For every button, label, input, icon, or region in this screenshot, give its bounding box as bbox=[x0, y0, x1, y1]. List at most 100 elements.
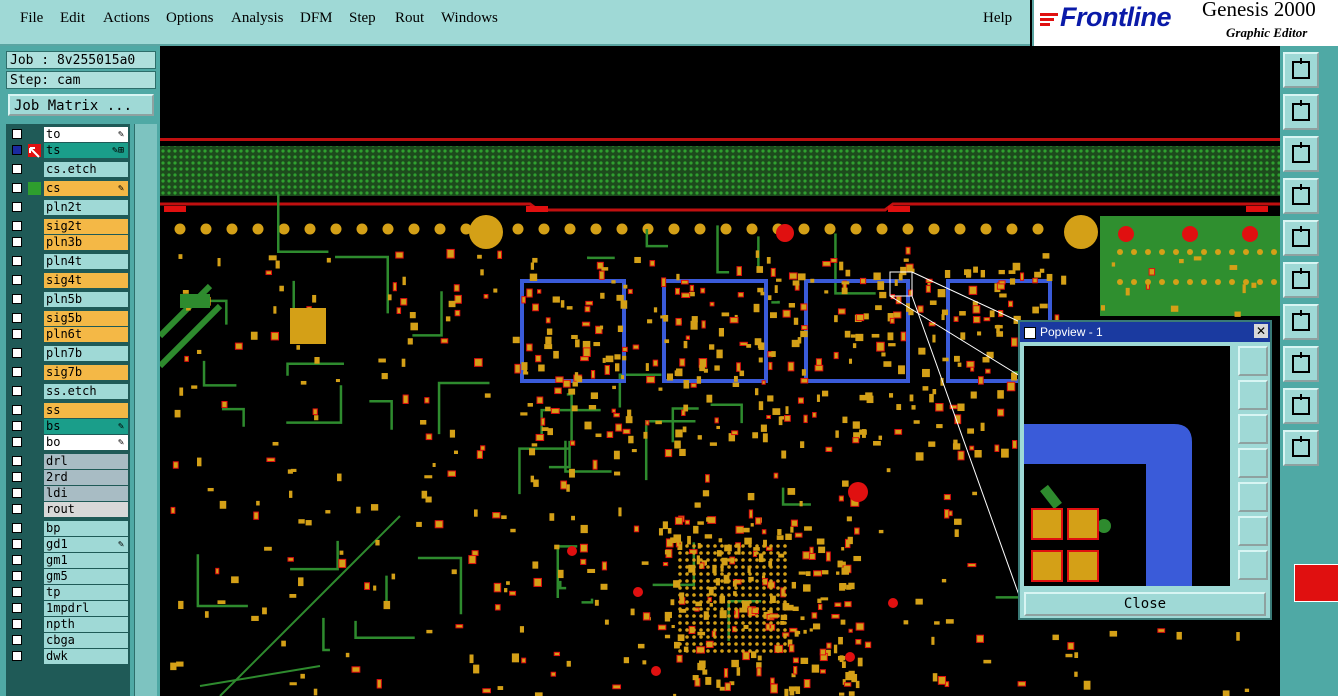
job-matrix-button[interactable]: Job Matrix ... bbox=[8, 94, 154, 116]
zoom-out-button[interactable] bbox=[1238, 550, 1268, 580]
zoom-in-button[interactable] bbox=[1238, 516, 1268, 546]
layer-row-pln7b[interactable]: pln7b bbox=[6, 346, 130, 361]
layer-row-rout[interactable]: rout bbox=[6, 502, 130, 517]
menu-dfm[interactable]: DFM bbox=[300, 10, 333, 27]
layer-row-cbga[interactable]: cbga bbox=[6, 633, 130, 648]
layer-row-sig5b[interactable]: sig5b bbox=[6, 311, 130, 326]
layer-visibility-checkbox[interactable] bbox=[12, 555, 22, 565]
close-button[interactable]: Close bbox=[1024, 592, 1266, 616]
cut-tool-button[interactable] bbox=[1283, 178, 1319, 214]
layer-list-scrollbar[interactable] bbox=[134, 124, 157, 696]
layer-visibility-checkbox[interactable] bbox=[12, 129, 22, 139]
zoom-fit-button[interactable] bbox=[1283, 136, 1319, 172]
layer-row-npth[interactable]: npth bbox=[6, 617, 130, 632]
layer-visibility-checkbox[interactable] bbox=[12, 405, 22, 415]
layer-row-drl[interactable]: drl bbox=[6, 454, 130, 469]
menu-help[interactable]: Help bbox=[983, 10, 1012, 27]
layer-row-sig4t[interactable]: sig4t bbox=[6, 273, 130, 288]
pan-left-button[interactable] bbox=[1238, 448, 1268, 478]
layer-row-pln5b[interactable]: pln5b bbox=[6, 292, 130, 307]
layer-visibility-checkbox[interactable] bbox=[12, 256, 22, 266]
layer-row-gm5[interactable]: gm5 bbox=[6, 569, 130, 584]
layer-visibility-checkbox[interactable] bbox=[12, 164, 22, 174]
layer-visibility-checkbox[interactable] bbox=[12, 237, 22, 247]
layer-row-to[interactable]: to ✎ bbox=[6, 127, 130, 142]
measure-tool-button[interactable] bbox=[1283, 388, 1319, 424]
snap-tool-button[interactable] bbox=[1283, 220, 1319, 256]
layer-visibility-checkbox[interactable] bbox=[12, 313, 22, 323]
layer-row-cs-etch[interactable]: cs.etch bbox=[6, 162, 130, 177]
layer-row-gm1[interactable]: gm1 bbox=[6, 553, 130, 568]
layer-visibility-checkbox[interactable] bbox=[12, 488, 22, 498]
layer-visibility-checkbox[interactable] bbox=[12, 651, 22, 661]
menu-options[interactable]: Options bbox=[166, 10, 214, 27]
layer-row-1mpdrl[interactable]: 1mpdrl bbox=[6, 601, 130, 616]
open-step-button[interactable] bbox=[1283, 52, 1319, 88]
fit-window-button[interactable] bbox=[1283, 94, 1319, 130]
menu-file[interactable]: File bbox=[20, 10, 43, 27]
menu-actions[interactable]: Actions bbox=[103, 10, 150, 27]
window-menu-icon[interactable] bbox=[1024, 327, 1036, 339]
pan-right-button[interactable] bbox=[1238, 482, 1268, 512]
pan-up-button[interactable] bbox=[1238, 380, 1268, 410]
menu-analysis[interactable]: Analysis bbox=[231, 10, 284, 27]
layer-visibility-checkbox[interactable] bbox=[12, 571, 22, 581]
close-icon[interactable]: ✕ bbox=[1254, 324, 1268, 338]
layer-visibility-checkbox[interactable] bbox=[12, 587, 22, 597]
layer-row-cs[interactable]: cs ✎ bbox=[6, 181, 130, 196]
layer-row-ts[interactable]: ts ✎⊞ bbox=[6, 143, 130, 158]
layer-visibility-checkbox[interactable] bbox=[12, 367, 22, 377]
layer-row-pln4t[interactable]: pln4t bbox=[6, 254, 130, 269]
popview-titlebar[interactable]: Popview - 1 ✕ bbox=[1020, 322, 1270, 342]
layer-row-gd1[interactable]: gd1 ✎ bbox=[6, 537, 130, 552]
layer-row-pln3b[interactable]: pln3b bbox=[6, 235, 130, 250]
layer-row-dwk[interactable]: dwk bbox=[6, 649, 130, 664]
drc-tool-icon bbox=[1292, 352, 1310, 373]
layer-visibility-checkbox[interactable] bbox=[12, 183, 22, 193]
layer-name: pln3b bbox=[44, 235, 128, 250]
layer-visibility-checkbox[interactable] bbox=[12, 421, 22, 431]
layer-visibility-checkbox[interactable] bbox=[12, 294, 22, 304]
layer-row-ss[interactable]: ss bbox=[6, 403, 130, 418]
layer-visibility-checkbox[interactable] bbox=[12, 329, 22, 339]
layer-row-bo[interactable]: bo ✎ bbox=[6, 435, 130, 450]
menu-windows[interactable]: Windows bbox=[441, 10, 498, 27]
menu-edit[interactable]: Edit bbox=[60, 10, 85, 27]
layer-row-sig2t[interactable]: sig2t bbox=[6, 219, 130, 234]
layer-visibility-checkbox[interactable] bbox=[12, 603, 22, 613]
layer-visibility-checkbox[interactable] bbox=[12, 202, 22, 212]
layer-row-bs[interactable]: bs ✎ bbox=[6, 419, 130, 434]
layer-row-sig7b[interactable]: sig7b bbox=[6, 365, 130, 380]
layer-visibility-checkbox[interactable] bbox=[12, 456, 22, 466]
layer-visibility-checkbox[interactable] bbox=[12, 504, 22, 514]
layer-visibility-checkbox[interactable] bbox=[12, 348, 22, 358]
menu-rout[interactable]: Rout bbox=[395, 10, 424, 27]
popview-zoom-view[interactable] bbox=[1024, 346, 1230, 586]
zoom-home-button[interactable] bbox=[1238, 346, 1268, 376]
layer-visibility-checkbox[interactable] bbox=[12, 539, 22, 549]
layer-visibility-checkbox[interactable] bbox=[12, 221, 22, 231]
layer-row-2rd[interactable]: 2rd bbox=[6, 470, 130, 485]
layer-visibility-checkbox[interactable] bbox=[12, 437, 22, 447]
layer-row-pln6t[interactable]: pln6t bbox=[6, 327, 130, 342]
layer-visibility-checkbox[interactable] bbox=[12, 619, 22, 629]
layer-name: sig7b bbox=[44, 365, 128, 380]
layer-row-pln2t[interactable]: pln2t bbox=[6, 200, 130, 215]
net-tool-button[interactable] bbox=[1283, 262, 1319, 298]
layer-visibility-checkbox[interactable] bbox=[12, 472, 22, 482]
layer-visibility-checkbox[interactable] bbox=[12, 275, 22, 285]
layer-row-ldi[interactable]: ldi bbox=[6, 486, 130, 501]
layer-visibility-checkbox[interactable] bbox=[12, 523, 22, 533]
layer-visibility-checkbox[interactable] bbox=[12, 145, 22, 155]
drc-tool-button[interactable] bbox=[1283, 346, 1319, 382]
layer-row-ss-etch[interactable]: ss.etch bbox=[6, 384, 130, 399]
layer-panel: Job : 8v255015a0 Step: cam Job Matrix ..… bbox=[0, 46, 160, 696]
menu-step[interactable]: Step bbox=[349, 10, 376, 27]
select-tool-button[interactable] bbox=[1283, 430, 1319, 466]
layer-visibility-checkbox[interactable] bbox=[12, 386, 22, 396]
layer-row-tp[interactable]: tp bbox=[6, 585, 130, 600]
pan-down-button[interactable] bbox=[1238, 414, 1268, 444]
layer-visibility-checkbox[interactable] bbox=[12, 635, 22, 645]
route-tool-button[interactable] bbox=[1283, 304, 1319, 340]
layer-row-bp[interactable]: bp bbox=[6, 521, 130, 536]
